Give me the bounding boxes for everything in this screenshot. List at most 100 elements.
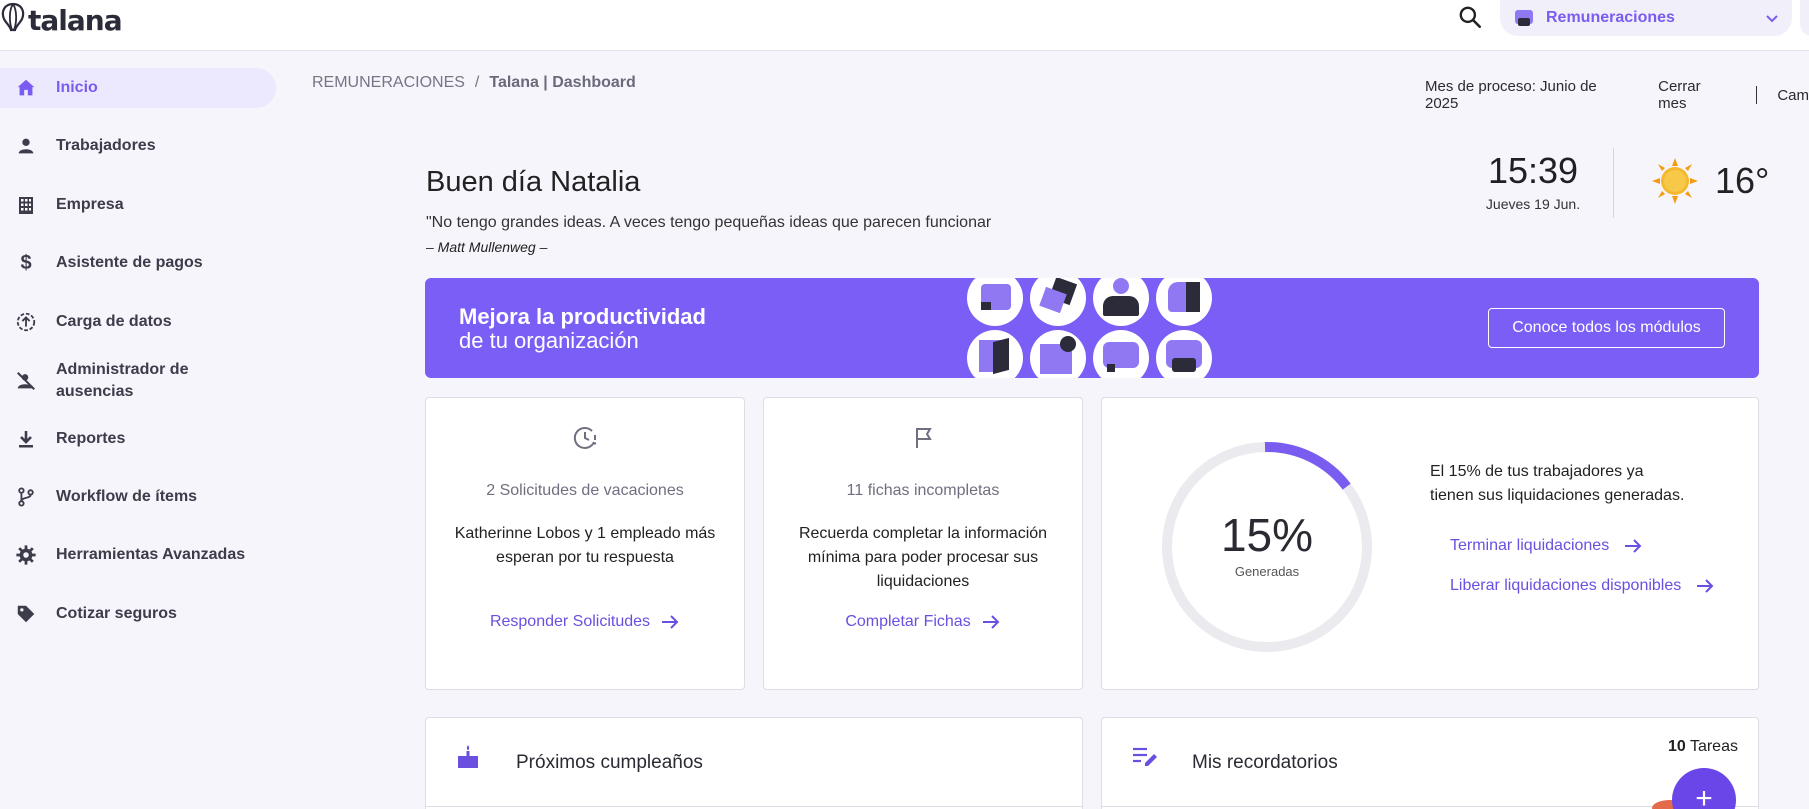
banner-subtitle: de tu organización [459,328,639,353]
all-modules-button[interactable]: Conoce todos los módulos [1488,308,1725,348]
arrow-right-icon [1625,539,1642,553]
progress-percent: 15% [1220,509,1314,561]
upload-icon [14,310,38,334]
sidebar-item-label: Asistente de pagos [56,254,203,271]
respond-requests-link[interactable]: Responder Solicitudes [426,612,744,632]
card-body: Katherinne Lobos y 1 empleado más espera… [454,525,716,566]
user-menu-edge[interactable] [1800,0,1809,36]
breadcrumb-separator: / [474,74,480,91]
home-icon [14,76,38,100]
breadcrumb-current: Talana | Dashboard [489,74,636,91]
process-month: Mes de proceso: Junio de 2025 [1425,78,1597,112]
reminders-card: Mis recordatorios [1101,717,1759,809]
card-title: 11 fichas incompletas [846,482,1000,499]
sidebar-item-label: Workflow de ítems [56,488,198,505]
divider [1613,148,1614,218]
divider [426,806,1082,807]
building-icon [14,193,38,217]
divider [1756,86,1758,104]
sidebar-item-label: Inicio [56,79,98,96]
promo-banner: Mejora la productividad de tu organizaci… [425,278,1759,378]
module-icon [1515,10,1533,26]
module-illustration [967,330,1023,378]
module-selector[interactable]: Remuneraciones [1500,0,1792,36]
module-illustration [1156,278,1212,326]
sidebar-item-label: Empresa [56,196,124,213]
temperature: 16° [1715,160,1770,201]
sidebar-item-trabajadores[interactable]: Trabajadores [0,135,276,157]
clock-alert-icon [573,426,597,449]
sidebar-item-workflow[interactable]: Workflow de ítems [0,486,276,508]
process-bar: Mes de proceso: Junio de 2025 Cerrar mes… [1425,78,1809,112]
vacation-requests-card: 2 Solicitudes de vacaciones Katherinne L… [425,397,745,690]
link-label: Completar Fichas [845,613,971,630]
person-off-icon [14,369,38,393]
close-month-button[interactable]: Cerrar mes [1658,78,1732,112]
clock-date: Jueves 19 Jun. [1485,196,1581,212]
reminders-title: Mis recordatorios [1192,752,1338,773]
top-bar: talana Remuneraciones [0,0,1809,51]
module-illustration [1030,278,1086,326]
breadcrumb-section[interactable]: REMUNERACIONES [312,74,465,92]
arrow-right-icon [1697,579,1714,593]
release-settlements-link[interactable]: Liberar liquidaciones disponibles [1450,576,1715,596]
quote-author: – Matt Mullenweg – [426,239,548,255]
dollar-icon: $ [20,251,32,274]
sidebar-item-label: Cotizar seguros [56,605,177,622]
person-icon [14,134,38,158]
progress-label: Generadas [1234,564,1300,579]
clock-widget: 15:39 Jueves 19 Jun. [1478,150,1588,212]
tasks-number: 10 [1668,738,1686,755]
settlements-text: El 15% de tus trabajadores ya tienen sus… [1430,463,1685,504]
card-body: Recuerda completar la información mínima… [798,525,1048,590]
finish-settlements-link[interactable]: Terminar liquidaciones [1450,536,1643,556]
complete-records-link[interactable]: Completar Fichas [764,612,1082,632]
arrow-right-icon [982,615,1000,629]
module-illustration [1030,330,1086,378]
sidebar-item-cotizar-seguros[interactable]: Cotizar seguros [0,603,276,625]
sidebar-item-asistente-pagos[interactable]: $ Asistente de pagos [0,252,276,274]
sidebar-item-reportes[interactable]: Reportes [0,428,276,450]
sidebar-item-ausencias[interactable]: Administrador de ausencias [0,359,276,403]
greeting-quote: "No tengo grandes ideas. A veces tengo p… [426,214,992,231]
sidebar-item-empresa[interactable]: Empresa [0,194,276,216]
sidebar-item-carga-datos[interactable]: Carga de datos [0,311,276,333]
balloon-icon [1,2,25,32]
clock-time: 15:39 [1487,150,1579,191]
sidebar-item-inicio[interactable]: Inicio [0,68,276,108]
module-illustration [1156,330,1212,378]
tag-icon [14,602,38,626]
branch-icon [14,485,38,509]
list-edit-icon [1133,747,1157,766]
truncated-action-button[interactable]: Cam [1777,87,1809,104]
sidebar-item-label: Reportes [56,430,126,447]
birthdays-title: Próximos cumpleaños [516,752,703,773]
sidebar-item-label: Administrador de ausencias [56,361,189,400]
module-illustration [1093,278,1149,326]
link-label: Responder Solicitudes [489,613,651,630]
logo[interactable]: talana [0,2,123,38]
sidebar-item-herramientas[interactable]: Herramientas Avanzadas [0,544,276,566]
download-icon [14,427,38,451]
cake-icon [458,745,478,768]
sidebar-item-label: Carga de datos [56,313,172,330]
link-label: Terminar liquidaciones [1450,537,1610,554]
tasks-label: Tareas [1689,738,1738,755]
gear-icon [14,543,38,567]
card-title: 2 Solicitudes de vacaciones [486,482,684,499]
greeting-title: Buen día Natalia [426,166,641,198]
link-label: Liberar liquidaciones disponibles [1450,577,1682,594]
module-illustration [1093,330,1149,378]
birthdays-card: Próximos cumpleaños [425,717,1083,809]
sun-icon [1652,158,1698,204]
search-icon [1459,6,1482,29]
breadcrumb: REMUNERACIONES / Talana | Dashboard [312,74,636,92]
sidebar-item-label: Herramientas Avanzadas [56,546,246,563]
search-button[interactable] [1457,4,1485,32]
banner-title: Mejora la productividad [459,304,706,329]
module-label: Remuneraciones [1546,9,1675,26]
arrow-right-icon [662,615,679,629]
logo-text: talana [28,3,123,37]
module-illustration [967,278,1023,326]
chevron-down-icon [1766,15,1778,23]
